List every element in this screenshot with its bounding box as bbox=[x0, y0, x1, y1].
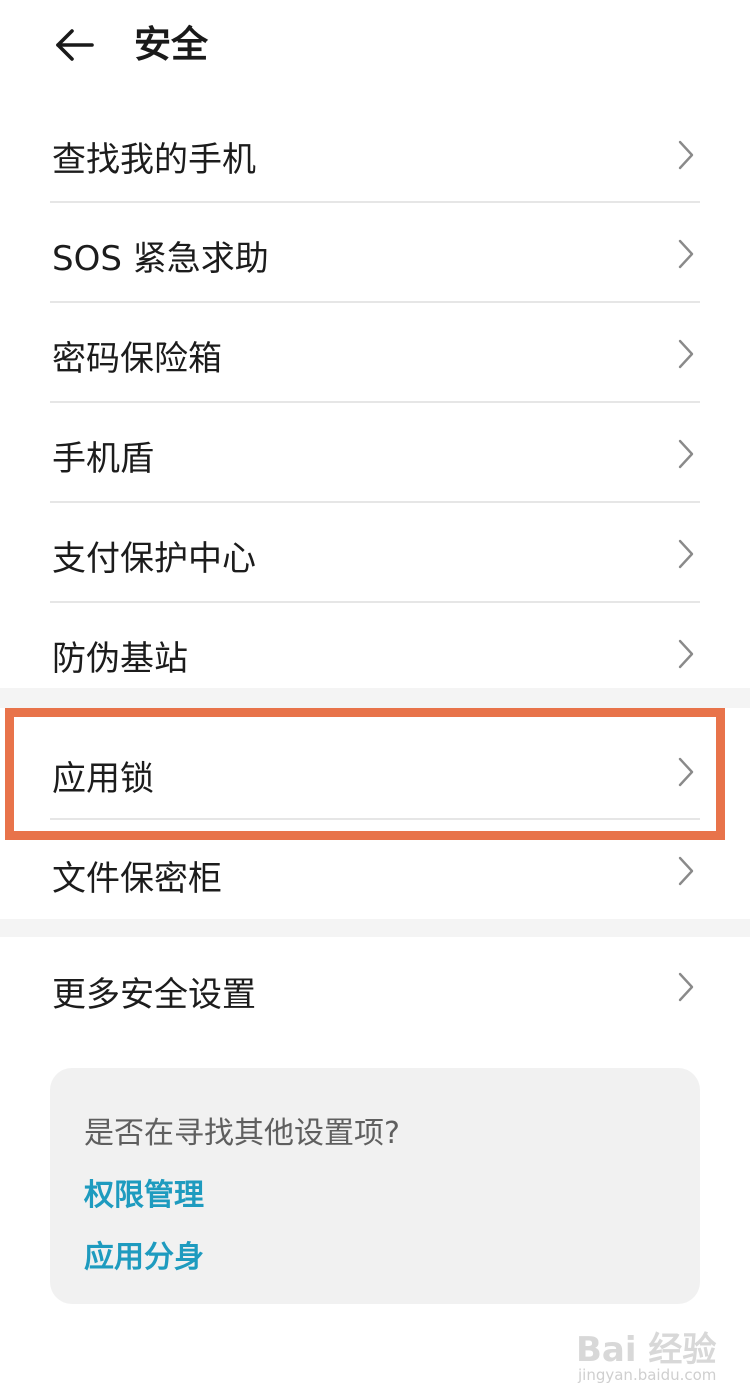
chevron-right-icon bbox=[678, 539, 694, 569]
menu-item-label: 防伪基站 bbox=[52, 639, 188, 679]
chevron-right-icon bbox=[678, 439, 694, 469]
watermark-url: jingyan.baidu.com bbox=[578, 1366, 717, 1384]
menu-item-label: 应用锁 bbox=[52, 759, 154, 799]
menu-item-password-vault[interactable]: 密码保险箱 bbox=[0, 303, 750, 403]
menu-item-label: 文件保密柜 bbox=[52, 859, 222, 899]
menu-item-fake-base-station[interactable]: 防伪基站 bbox=[0, 603, 750, 688]
link-app-twin[interactable]: 应用分身 bbox=[84, 1232, 204, 1276]
menu-item-find-my-phone[interactable]: 查找我的手机 bbox=[0, 104, 750, 204]
menu-item-label: 查找我的手机 bbox=[52, 140, 256, 180]
chevron-right-icon bbox=[678, 140, 694, 170]
chevron-right-icon bbox=[678, 856, 694, 886]
menu-item-app-lock[interactable]: 应用锁 bbox=[0, 717, 750, 821]
link-permission-management[interactable]: 权限管理 bbox=[84, 1170, 204, 1214]
suggestion-hint: 是否在寻找其他设置项? bbox=[84, 1116, 400, 1151]
menu-item-label: 密码保险箱 bbox=[52, 339, 222, 379]
menu-item-file-safe[interactable]: 文件保密柜 bbox=[0, 821, 750, 919]
watermark-text: Bai 经验 bbox=[576, 1330, 717, 1370]
menu-item-payment-protection[interactable]: 支付保护中心 bbox=[0, 503, 750, 603]
watermark: Bai 经验 jingyan.baidu.com bbox=[568, 1320, 738, 1390]
section-gap bbox=[0, 919, 750, 937]
header-bar: 安全 bbox=[0, 0, 750, 100]
chevron-right-icon bbox=[678, 239, 694, 269]
arrow-left-icon bbox=[56, 29, 94, 61]
chevron-right-icon bbox=[678, 639, 694, 669]
chevron-right-icon bbox=[678, 339, 694, 369]
menu-item-phone-shield[interactable]: 手机盾 bbox=[0, 403, 750, 503]
chevron-right-icon bbox=[678, 972, 694, 1002]
menu-item-label: 支付保护中心 bbox=[52, 539, 256, 579]
menu-item-more-security-settings[interactable]: 更多安全设置 bbox=[0, 937, 750, 1037]
menu-item-label: 更多安全设置 bbox=[52, 975, 256, 1015]
menu-item-label: SOS 紧急求助 bbox=[52, 239, 269, 279]
chevron-right-icon bbox=[678, 757, 694, 787]
menu-item-sos[interactable]: SOS 紧急求助 bbox=[0, 203, 750, 303]
section-gap bbox=[0, 688, 750, 708]
back-button[interactable] bbox=[50, 20, 100, 70]
menu-item-label: 手机盾 bbox=[52, 439, 154, 479]
page-title: 安全 bbox=[134, 23, 208, 66]
suggestion-card: 是否在寻找其他设置项? 权限管理 应用分身 bbox=[50, 1068, 700, 1304]
divider bbox=[50, 818, 700, 820]
